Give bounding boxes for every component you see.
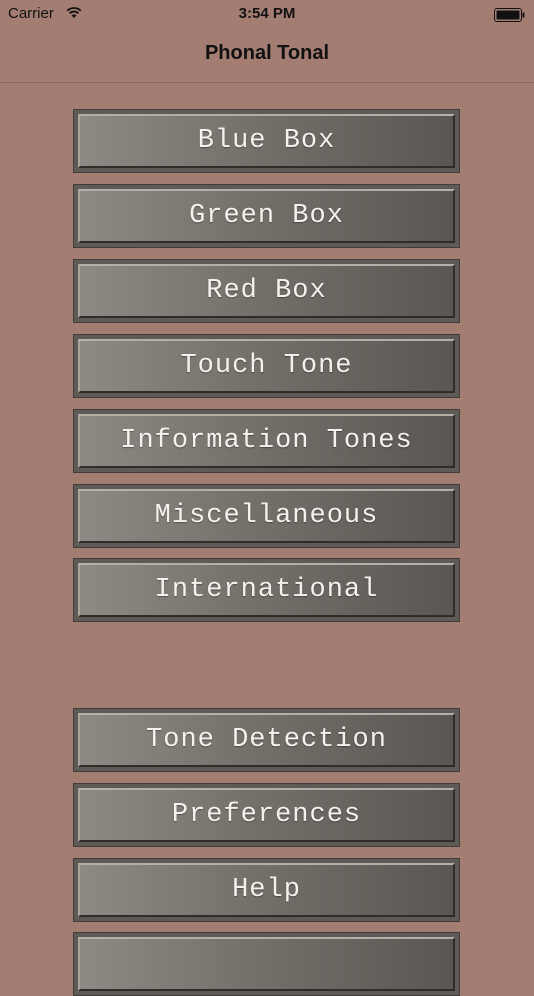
status-time: 3:54 PM	[238, 5, 296, 22]
button-label: Preferences	[171, 800, 362, 830]
button-label: Help	[232, 875, 301, 905]
button-label: Green Box	[189, 201, 344, 231]
red-box-button[interactable]: Red Box	[73, 259, 460, 323]
button-label: Touch Tone	[180, 351, 353, 381]
international-button[interactable]: International	[73, 558, 460, 622]
blue-box-button[interactable]: Blue Box	[73, 109, 460, 173]
navigation-bar: Phonal Tonal	[0, 30, 534, 83]
button-label: Miscellaneous	[154, 501, 379, 531]
button-label: International	[154, 575, 379, 605]
battery-icon	[494, 8, 526, 27]
preferences-button[interactable]: Preferences	[73, 783, 460, 847]
button-label: Tone Detection	[146, 725, 387, 755]
touch-tone-button[interactable]: Touch Tone	[73, 334, 460, 398]
button-label: Red Box	[206, 276, 327, 306]
button-label: Information Tones	[120, 426, 413, 456]
status-bar: Carrier 3:54 PM	[0, 0, 534, 30]
partial-menu-button[interactable]	[73, 932, 460, 996]
page-title: Phonal Tonal	[204, 42, 330, 64]
tone-detection-button[interactable]: Tone Detection	[73, 708, 460, 772]
green-box-button[interactable]: Green Box	[73, 184, 460, 248]
button-label: Blue Box	[197, 126, 336, 156]
help-button[interactable]: Help	[73, 858, 460, 922]
information-tones-button[interactable]: Information Tones	[73, 409, 460, 473]
miscellaneous-button[interactable]: Miscellaneous	[73, 484, 460, 548]
